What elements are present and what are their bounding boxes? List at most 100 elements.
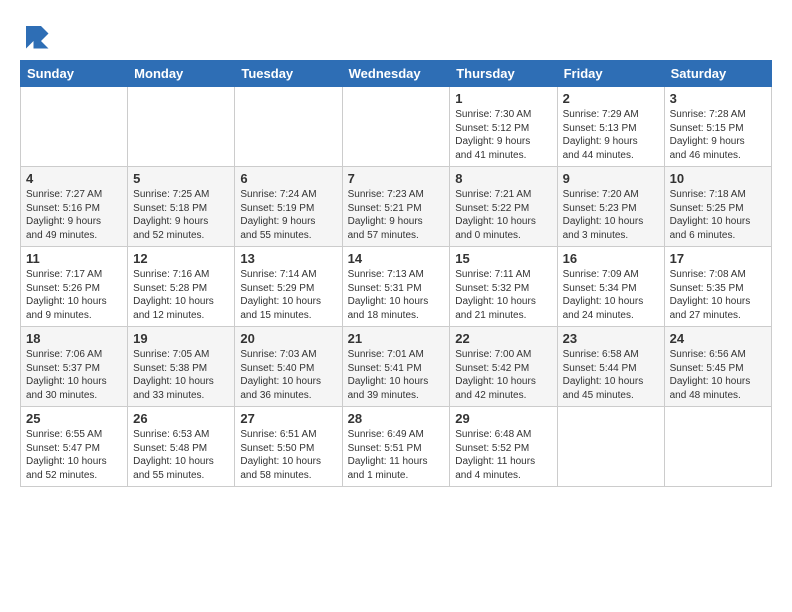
- calendar-cell: [21, 87, 128, 167]
- day-info: Sunrise: 7:21 AM Sunset: 5:22 PM Dayligh…: [455, 188, 551, 242]
- day-info: Sunrise: 7:30 AM Sunset: 5:12 PM Dayligh…: [455, 108, 551, 162]
- calendar-cell: 11 Sunrise: 7:17 AM Sunset: 5:26 PM Dayli…: [21, 247, 128, 327]
- day-info: Sunrise: 7:25 AM Sunset: 5:18 PM Dayligh…: [133, 188, 229, 242]
- day-info: Sunrise: 6:58 AM Sunset: 5:44 PM Dayligh…: [563, 348, 659, 402]
- calendar-cell: 18 Sunrise: 7:06 AM Sunset: 5:37 PM Dayli…: [21, 327, 128, 407]
- calendar-cell: 19 Sunrise: 7:05 AM Sunset: 5:38 PM Dayli…: [128, 327, 235, 407]
- calendar-cell: 13 Sunrise: 7:14 AM Sunset: 5:29 PM Dayli…: [235, 247, 342, 327]
- day-number: 16: [563, 251, 659, 266]
- weekday-header-monday: Monday: [128, 61, 235, 87]
- day-number: 7: [348, 171, 445, 186]
- day-number: 12: [133, 251, 229, 266]
- day-info: Sunrise: 7:00 AM Sunset: 5:42 PM Dayligh…: [455, 348, 551, 402]
- day-number: 21: [348, 331, 445, 346]
- day-info: Sunrise: 6:53 AM Sunset: 5:48 PM Dayligh…: [133, 428, 229, 482]
- calendar-cell: 10 Sunrise: 7:18 AM Sunset: 5:25 PM Dayli…: [664, 167, 771, 247]
- day-info: Sunrise: 7:20 AM Sunset: 5:23 PM Dayligh…: [563, 188, 659, 242]
- calendar-cell: 20 Sunrise: 7:03 AM Sunset: 5:40 PM Dayli…: [235, 327, 342, 407]
- calendar-cell: 29 Sunrise: 6:48 AM Sunset: 5:52 PM Dayli…: [450, 407, 557, 487]
- page-header: [20, 20, 772, 50]
- day-number: 22: [455, 331, 551, 346]
- day-number: 19: [133, 331, 229, 346]
- day-info: Sunrise: 7:27 AM Sunset: 5:16 PM Dayligh…: [26, 188, 122, 242]
- day-info: Sunrise: 7:17 AM Sunset: 5:26 PM Dayligh…: [26, 268, 122, 322]
- day-info: Sunrise: 6:56 AM Sunset: 5:45 PM Dayligh…: [670, 348, 766, 402]
- weekday-header-saturday: Saturday: [664, 61, 771, 87]
- day-number: 18: [26, 331, 122, 346]
- day-info: Sunrise: 7:14 AM Sunset: 5:29 PM Dayligh…: [240, 268, 336, 322]
- day-number: 5: [133, 171, 229, 186]
- calendar-cell: 26 Sunrise: 6:53 AM Sunset: 5:48 PM Dayli…: [128, 407, 235, 487]
- day-number: 6: [240, 171, 336, 186]
- day-number: 15: [455, 251, 551, 266]
- day-info: Sunrise: 7:03 AM Sunset: 5:40 PM Dayligh…: [240, 348, 336, 402]
- calendar-week-row: 18 Sunrise: 7:06 AM Sunset: 5:37 PM Dayli…: [21, 327, 772, 407]
- calendar-week-row: 1 Sunrise: 7:30 AM Sunset: 5:12 PM Daylig…: [21, 87, 772, 167]
- calendar-cell: 12 Sunrise: 7:16 AM Sunset: 5:28 PM Dayli…: [128, 247, 235, 327]
- logo-icon: [20, 20, 50, 50]
- calendar-cell: 8 Sunrise: 7:21 AM Sunset: 5:22 PM Daylig…: [450, 167, 557, 247]
- day-info: Sunrise: 6:48 AM Sunset: 5:52 PM Dayligh…: [455, 428, 551, 482]
- calendar-cell: 27 Sunrise: 6:51 AM Sunset: 5:50 PM Dayli…: [235, 407, 342, 487]
- day-number: 1: [455, 91, 551, 106]
- day-number: 2: [563, 91, 659, 106]
- day-number: 25: [26, 411, 122, 426]
- calendar-week-row: 25 Sunrise: 6:55 AM Sunset: 5:47 PM Dayli…: [21, 407, 772, 487]
- weekday-header-wednesday: Wednesday: [342, 61, 450, 87]
- day-info: Sunrise: 7:11 AM Sunset: 5:32 PM Dayligh…: [455, 268, 551, 322]
- day-number: 10: [670, 171, 766, 186]
- calendar-cell: 5 Sunrise: 7:25 AM Sunset: 5:18 PM Daylig…: [128, 167, 235, 247]
- day-number: 27: [240, 411, 336, 426]
- calendar-cell: [342, 87, 450, 167]
- calendar-cell: 2 Sunrise: 7:29 AM Sunset: 5:13 PM Daylig…: [557, 87, 664, 167]
- calendar-cell: 28Sunrise: 6:49 AM Sunset: 5:51 PM Dayli…: [342, 407, 450, 487]
- calendar-table: SundayMondayTuesdayWednesdayThursdayFrid…: [20, 60, 772, 487]
- day-number: 13: [240, 251, 336, 266]
- day-info: Sunrise: 7:28 AM Sunset: 5:15 PM Dayligh…: [670, 108, 766, 162]
- day-number: 26: [133, 411, 229, 426]
- calendar-cell: 22 Sunrise: 7:00 AM Sunset: 5:42 PM Dayli…: [450, 327, 557, 407]
- calendar-cell: [664, 407, 771, 487]
- weekday-header-friday: Friday: [557, 61, 664, 87]
- calendar-header-row: SundayMondayTuesdayWednesdayThursdayFrid…: [21, 61, 772, 87]
- day-info: Sunrise: 6:49 AM Sunset: 5:51 PM Dayligh…: [348, 428, 445, 482]
- calendar-cell: [128, 87, 235, 167]
- day-info: Sunrise: 7:13 AM Sunset: 5:31 PM Dayligh…: [348, 268, 445, 322]
- day-number: 29: [455, 411, 551, 426]
- day-info: Sunrise: 7:01 AM Sunset: 5:41 PM Dayligh…: [348, 348, 445, 402]
- calendar-cell: 9Sunrise: 7:20 AM Sunset: 5:23 PM Daylig…: [557, 167, 664, 247]
- day-number: 8: [455, 171, 551, 186]
- day-info: Sunrise: 7:29 AM Sunset: 5:13 PM Dayligh…: [563, 108, 659, 162]
- day-info: Sunrise: 6:51 AM Sunset: 5:50 PM Dayligh…: [240, 428, 336, 482]
- day-number: 11: [26, 251, 122, 266]
- day-number: 20: [240, 331, 336, 346]
- day-info: Sunrise: 7:06 AM Sunset: 5:37 PM Dayligh…: [26, 348, 122, 402]
- calendar-cell: 1 Sunrise: 7:30 AM Sunset: 5:12 PM Daylig…: [450, 87, 557, 167]
- day-info: Sunrise: 7:24 AM Sunset: 5:19 PM Dayligh…: [240, 188, 336, 242]
- calendar-cell: 16 Sunrise: 7:09 AM Sunset: 5:34 PM Dayli…: [557, 247, 664, 327]
- calendar-cell: 21 Sunrise: 7:01 AM Sunset: 5:41 PM Dayli…: [342, 327, 450, 407]
- day-info: Sunrise: 7:23 AM Sunset: 5:21 PM Dayligh…: [348, 188, 445, 242]
- weekday-header-sunday: Sunday: [21, 61, 128, 87]
- calendar-cell: 24 Sunrise: 6:56 AM Sunset: 5:45 PM Dayli…: [664, 327, 771, 407]
- day-info: Sunrise: 7:16 AM Sunset: 5:28 PM Dayligh…: [133, 268, 229, 322]
- calendar-cell: 23 Sunrise: 6:58 AM Sunset: 5:44 PM Dayli…: [557, 327, 664, 407]
- calendar-cell: 3Sunrise: 7:28 AM Sunset: 5:15 PM Daylig…: [664, 87, 771, 167]
- calendar-cell: 15 Sunrise: 7:11 AM Sunset: 5:32 PM Dayli…: [450, 247, 557, 327]
- day-info: Sunrise: 7:18 AM Sunset: 5:25 PM Dayligh…: [670, 188, 766, 242]
- calendar-cell: 17 Sunrise: 7:08 AM Sunset: 5:35 PM Dayli…: [664, 247, 771, 327]
- day-info: Sunrise: 7:09 AM Sunset: 5:34 PM Dayligh…: [563, 268, 659, 322]
- day-number: 4: [26, 171, 122, 186]
- calendar-cell: 7 Sunrise: 7:23 AM Sunset: 5:21 PM Daylig…: [342, 167, 450, 247]
- day-number: 17: [670, 251, 766, 266]
- day-number: 23: [563, 331, 659, 346]
- calendar-cell: 4 Sunrise: 7:27 AM Sunset: 5:16 PM Daylig…: [21, 167, 128, 247]
- logo: [20, 20, 55, 50]
- calendar-cell: 6 Sunrise: 7:24 AM Sunset: 5:19 PM Daylig…: [235, 167, 342, 247]
- calendar-cell: [235, 87, 342, 167]
- day-info: Sunrise: 6:55 AM Sunset: 5:47 PM Dayligh…: [26, 428, 122, 482]
- day-info: Sunrise: 7:05 AM Sunset: 5:38 PM Dayligh…: [133, 348, 229, 402]
- day-info: Sunrise: 7:08 AM Sunset: 5:35 PM Dayligh…: [670, 268, 766, 322]
- calendar-week-row: 11 Sunrise: 7:17 AM Sunset: 5:26 PM Dayli…: [21, 247, 772, 327]
- day-number: 24: [670, 331, 766, 346]
